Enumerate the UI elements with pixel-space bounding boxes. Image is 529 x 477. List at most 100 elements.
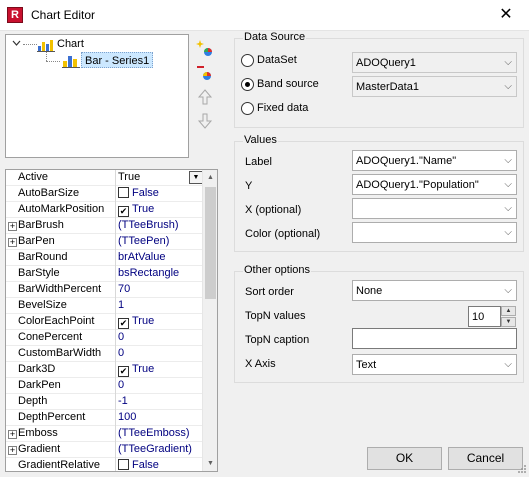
radio-dataset[interactable]	[241, 54, 254, 67]
property-value[interactable]: (TTeePen)	[118, 235, 204, 247]
property-name: DarkPen	[18, 379, 61, 391]
property-row[interactable]: + BarBrush (TTeeBrush)	[6, 218, 203, 234]
topn-caption-input[interactable]	[352, 328, 517, 349]
property-value[interactable]: brAtValue	[118, 251, 204, 263]
property-row[interactable]: Dark3D ✔ True	[6, 362, 203, 378]
label-field-label: Label	[245, 156, 272, 168]
ok-button[interactable]: OK	[367, 447, 442, 470]
property-row[interactable]: Active True ▼	[6, 170, 203, 186]
property-value[interactable]: (TTeeEmboss)	[118, 427, 204, 439]
property-value[interactable]: 70	[118, 283, 204, 295]
property-row[interactable]: BarWidthPercent 70	[6, 282, 203, 298]
close-button[interactable]: ✕	[483, 0, 529, 31]
expand-icon[interactable]: +	[8, 446, 17, 455]
property-value[interactable]: False	[118, 459, 204, 471]
property-row[interactable]: BarRound brAtValue	[6, 250, 203, 266]
topn-values-stepper[interactable]: ▲ ▼	[501, 306, 516, 327]
property-row[interactable]: BevelSize 1	[6, 298, 203, 314]
radio-dataset-label: DataSet	[257, 54, 297, 66]
property-row[interactable]: DepthPercent 100	[6, 410, 203, 426]
property-grid-scrollbar[interactable]: ▲ ▼	[202, 170, 217, 471]
radio-fixed-data[interactable]	[241, 102, 254, 115]
sort-order-combo[interactable]: None ⌵	[352, 280, 517, 301]
other-options-title: Other options	[243, 264, 312, 276]
property-row[interactable]: ConePercent 0	[6, 330, 203, 346]
property-row[interactable]: CustomBarWidth 0	[6, 346, 203, 362]
property-value[interactable]: (TTeeGradient)	[118, 443, 204, 455]
expand-icon[interactable]: +	[8, 238, 17, 247]
tree-item-series1[interactable]: Bar - Series1	[81, 52, 154, 68]
checkbox-unchecked-icon[interactable]	[118, 459, 129, 470]
property-value[interactable]: 1	[118, 299, 204, 311]
property-value[interactable]: bsRectangle	[118, 267, 204, 279]
property-row[interactable]: DarkPen 0	[6, 378, 203, 394]
y-field-label: Y	[245, 180, 253, 192]
radio-band-source[interactable]	[241, 78, 254, 91]
bar-series-icon	[62, 54, 80, 68]
add-series-button[interactable]	[196, 39, 214, 57]
property-row[interactable]: + Gradient (TTeeGradient)	[6, 442, 203, 458]
property-name: BarRound	[18, 251, 68, 263]
checkbox-checked-icon[interactable]: ✔	[118, 366, 129, 377]
delete-series-button[interactable]	[196, 64, 214, 82]
property-value[interactable]: 0	[118, 379, 204, 391]
property-name: BarWidthPercent	[18, 283, 102, 295]
radio-band-source-label: Band source	[257, 78, 319, 90]
color-field-combo[interactable]: ⌵	[352, 222, 517, 243]
y-field-combo[interactable]: ADOQuery1."Population" ⌵	[352, 174, 517, 195]
chevron-down-icon: ⌵	[504, 81, 512, 92]
expand-icon[interactable]: +	[8, 430, 17, 439]
property-value[interactable]: ✔ True	[118, 203, 204, 217]
tree-item-chart[interactable]: Chart	[57, 36, 84, 52]
collapse-icon[interactable]	[12, 39, 21, 48]
scroll-thumb[interactable]	[205, 187, 216, 299]
dropdown-arrow-icon[interactable]: ▼	[189, 171, 203, 184]
topn-caption-label: TopN caption	[245, 334, 310, 346]
x-axis-combo[interactable]: Text ⌵	[352, 354, 517, 375]
x-field-combo[interactable]: ⌵	[352, 198, 517, 219]
delete-series-icon	[197, 66, 211, 80]
chevron-down-icon: ⌵	[504, 227, 512, 238]
checkbox-checked-icon[interactable]: ✔	[118, 318, 129, 329]
topn-values-input[interactable]: 10	[468, 306, 501, 327]
property-value[interactable]: ✔ True	[118, 315, 204, 329]
series-tree[interactable]: Chart Bar - Series1	[5, 34, 189, 158]
chevron-down-icon: ⌵	[504, 155, 512, 166]
scroll-down-icon[interactable]: ▼	[203, 456, 217, 471]
sort-order-label: Sort order	[245, 286, 294, 298]
label-field-combo[interactable]: ADOQuery1."Name" ⌵	[352, 150, 517, 171]
move-up-button[interactable]	[196, 88, 214, 106]
property-value[interactable]: False	[118, 187, 204, 199]
property-value[interactable]: 100	[118, 411, 204, 423]
property-grid[interactable]: Active True ▼ AutoBarSize False AutoMarkPosit…	[5, 169, 218, 472]
tree-item-label: Chart	[57, 38, 84, 50]
dataset-combo[interactable]: ADOQuery1 ⌵	[352, 52, 517, 73]
property-value[interactable]: 0	[118, 347, 204, 359]
property-row[interactable]: AutoMarkPosition ✔ True	[6, 202, 203, 218]
spin-up-icon[interactable]: ▲	[501, 306, 516, 316]
property-row[interactable]: + Emboss (TTeeEmboss)	[6, 426, 203, 442]
move-down-button[interactable]	[196, 112, 214, 130]
expand-icon[interactable]: +	[8, 222, 17, 231]
x-axis-label: X Axis	[245, 358, 276, 370]
checkbox-checked-icon[interactable]: ✔	[118, 206, 129, 217]
property-row[interactable]: Depth -1	[6, 394, 203, 410]
property-value[interactable]: ✔ True	[118, 363, 204, 377]
checkbox-unchecked-icon[interactable]	[118, 187, 129, 198]
property-row[interactable]: ColorEachPoint ✔ True	[6, 314, 203, 330]
property-value[interactable]: (TTeeBrush)	[118, 219, 204, 231]
property-value[interactable]: 0	[118, 331, 204, 343]
band-source-combo[interactable]: MasterData1 ⌵	[352, 76, 517, 97]
property-name: BarPen	[18, 235, 55, 247]
resize-grip-icon[interactable]	[517, 464, 527, 474]
property-name: DepthPercent	[18, 411, 86, 423]
scroll-up-icon[interactable]: ▲	[203, 170, 217, 185]
cancel-button[interactable]: Cancel	[448, 447, 523, 470]
chevron-down-icon: ⌵	[504, 203, 512, 214]
property-row[interactable]: AutoBarSize False	[6, 186, 203, 202]
property-row[interactable]: GradientRelative False	[6, 458, 204, 471]
property-row[interactable]: + BarPen (TTeePen)	[6, 234, 203, 250]
spin-down-icon[interactable]: ▼	[501, 317, 516, 327]
property-value[interactable]: -1	[118, 395, 204, 407]
property-row[interactable]: BarStyle bsRectangle	[6, 266, 203, 282]
